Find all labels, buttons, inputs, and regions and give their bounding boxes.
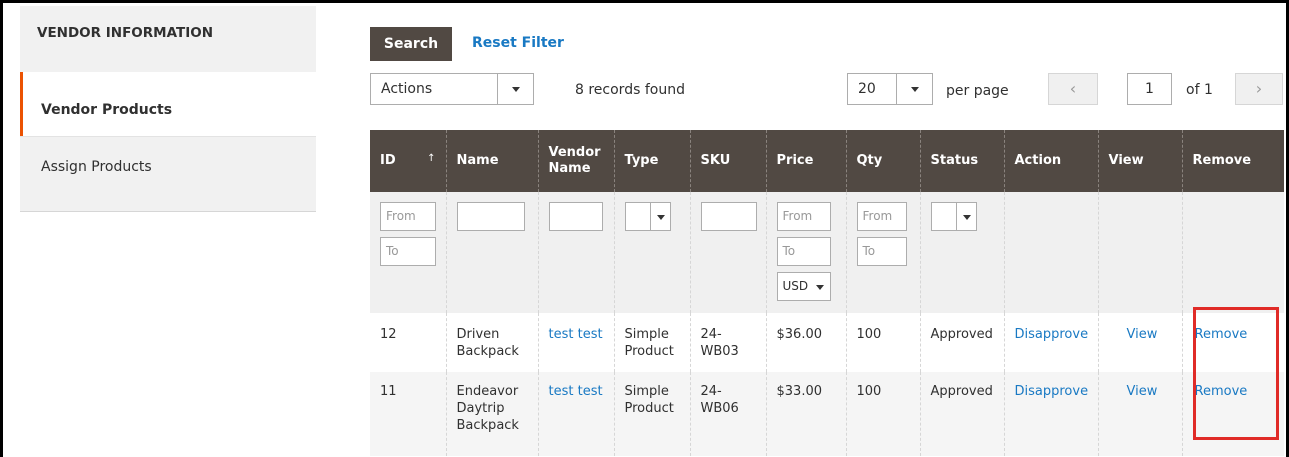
- column-header-id[interactable]: ID ↑: [370, 130, 446, 192]
- filter-row: From To From To USD From To: [370, 192, 1284, 313]
- reset-filter-link[interactable]: Reset Filter: [472, 35, 564, 51]
- per-page-select[interactable]: 20: [847, 73, 933, 105]
- view-link[interactable]: View: [1127, 384, 1158, 399]
- cell-type: Simple Product: [613, 372, 690, 456]
- cell-sku: 24-WB03: [689, 313, 766, 372]
- chevron-left-icon: ‹: [1069, 79, 1077, 98]
- qty-to-input[interactable]: To: [856, 237, 907, 266]
- records-count: 8 records found: [575, 82, 685, 98]
- chevron-down-icon: [649, 203, 670, 230]
- page-number-input[interactable]: 1: [1127, 73, 1172, 105]
- sidebar-title: VENDOR INFORMATION: [37, 25, 214, 41]
- highlight-box: [1193, 307, 1279, 440]
- actions-label: Actions: [381, 81, 433, 97]
- column-header-price[interactable]: Price: [765, 130, 846, 192]
- sidebar-item-vendor-products[interactable]: Vendor Products: [20, 72, 316, 136]
- chevron-down-icon: [497, 74, 533, 104]
- next-page-button[interactable]: ›: [1235, 73, 1283, 105]
- disapprove-link[interactable]: Disapprove: [1015, 327, 1089, 342]
- sidebar-item-label: Assign Products: [41, 159, 152, 175]
- search-button[interactable]: Search: [370, 27, 452, 61]
- id-from-input[interactable]: From: [380, 202, 436, 231]
- cell-status: Approved: [919, 372, 1004, 456]
- currency-select[interactable]: USD: [776, 272, 831, 301]
- sidebar-item-assign-products[interactable]: Assign Products: [20, 136, 316, 200]
- cell-sku: 24-WB06: [689, 372, 766, 456]
- cell-id: 11: [370, 372, 446, 456]
- column-header-type[interactable]: Type: [613, 130, 690, 192]
- price-to-input[interactable]: To: [776, 237, 831, 266]
- column-header-remove: Remove: [1181, 130, 1284, 192]
- vendor-sidebar: VENDOR INFORMATION Vendor Products Assig…: [20, 6, 316, 212]
- cell-status: Approved: [919, 313, 1004, 372]
- id-to-input[interactable]: To: [380, 237, 436, 266]
- chevron-down-icon: [896, 74, 932, 104]
- column-header-status[interactable]: Status: [919, 130, 1004, 192]
- cell-id: 12: [370, 313, 446, 372]
- sidebar-item-label: Vendor Products: [41, 102, 173, 118]
- column-header-sku[interactable]: SKU: [689, 130, 766, 192]
- name-filter-input[interactable]: [456, 202, 525, 231]
- cell-name: Endeavor Daytrip Backpack: [445, 372, 538, 456]
- qty-from-input[interactable]: From: [856, 202, 907, 231]
- per-page-label: per page: [946, 83, 1009, 99]
- per-page-value: 20: [858, 81, 876, 97]
- products-grid: ID ↑ Name Vendor Name Type SKU Price Qty …: [370, 130, 1284, 456]
- status-filter-select[interactable]: [930, 202, 977, 231]
- chevron-right-icon: ›: [1255, 79, 1263, 98]
- cell-type: Simple Product: [613, 313, 690, 372]
- column-header-name[interactable]: Name: [445, 130, 538, 192]
- column-header-view: View: [1097, 130, 1182, 192]
- disapprove-link[interactable]: Disapprove: [1015, 384, 1089, 399]
- column-header-qty[interactable]: Qty: [845, 130, 920, 192]
- actions-dropdown[interactable]: Actions: [370, 73, 534, 105]
- table-row: 12 Driven Backpack test test Simple Prod…: [370, 313, 1284, 372]
- cell-qty: 100: [845, 313, 920, 372]
- table-row: 11 Endeavor Daytrip Backpack test test S…: [370, 372, 1284, 456]
- page-total: of 1: [1186, 82, 1213, 98]
- column-header-vendor-name[interactable]: Vendor Name: [537, 130, 614, 192]
- view-link[interactable]: View: [1127, 327, 1158, 342]
- column-header-action: Action: [1003, 130, 1098, 192]
- cell-price: $36.00: [765, 313, 846, 372]
- grid-header-row: ID ↑ Name Vendor Name Type SKU Price Qty …: [370, 130, 1284, 192]
- cell-name: Driven Backpack: [445, 313, 538, 372]
- cell-qty: 100: [845, 372, 920, 456]
- vendor-link[interactable]: test test: [549, 327, 603, 342]
- vendor-filter-input[interactable]: [548, 202, 603, 231]
- prev-page-button[interactable]: ‹: [1048, 73, 1098, 105]
- sku-filter-input[interactable]: [700, 202, 757, 231]
- vendor-link[interactable]: test test: [549, 384, 603, 399]
- chevron-down-icon: [955, 203, 976, 230]
- type-filter-select[interactable]: [624, 202, 671, 231]
- price-from-input[interactable]: From: [776, 202, 831, 231]
- cell-price: $33.00: [765, 372, 846, 456]
- sort-arrow-icon: ↑: [427, 152, 436, 164]
